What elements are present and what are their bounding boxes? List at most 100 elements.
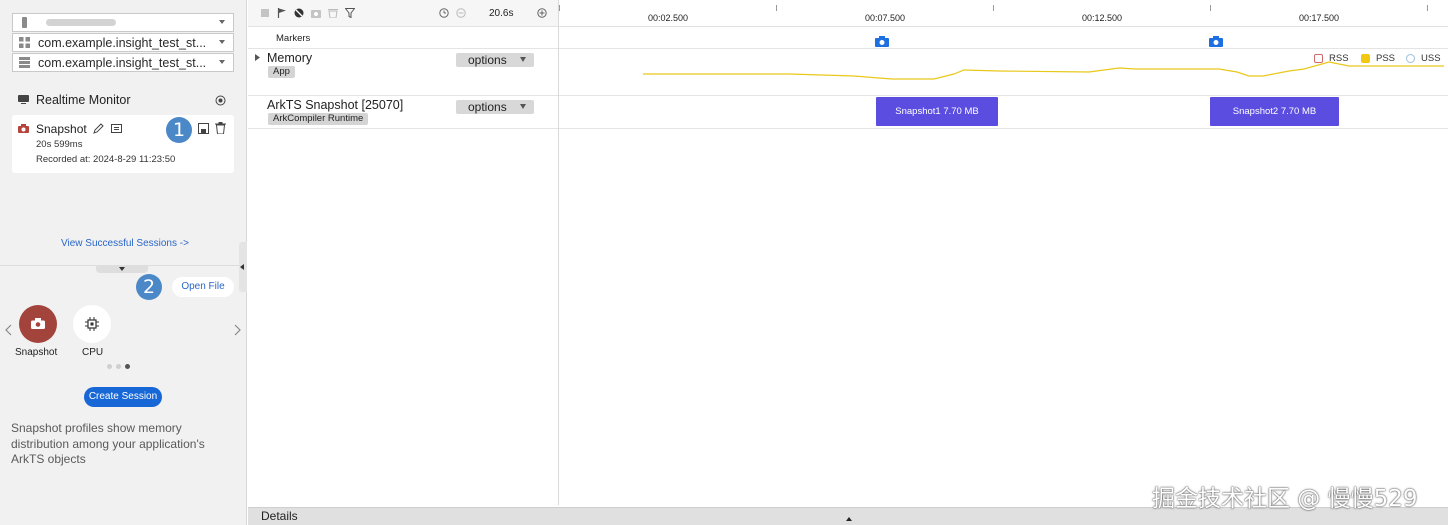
ruler-label: 00:12.500 xyxy=(1081,13,1123,23)
splitter-handle[interactable] xyxy=(96,265,148,273)
memory-row-tag: App xyxy=(268,66,295,78)
process-stack-icon xyxy=(19,57,30,68)
realtime-monitor-title: Realtime Monitor xyxy=(36,93,131,107)
flag-icon[interactable] xyxy=(277,8,287,18)
ruler-tick xyxy=(776,5,777,11)
caret-down-icon xyxy=(520,57,526,62)
chevron-right-icon[interactable] xyxy=(234,324,241,336)
memory-row-label: Memory xyxy=(267,51,313,65)
watermark-text: 掘金技术社区 @ 慢慢529 xyxy=(1152,486,1418,512)
left-panel: com.example.insight_test_st... com.examp… xyxy=(0,0,247,525)
memory-options-dropdown[interactable]: options xyxy=(456,53,534,67)
ruler-tick xyxy=(993,5,994,11)
pager-dot[interactable] xyxy=(107,364,112,369)
session-recorded-time: Recorded at: 2024-8-29 11:23:50 xyxy=(36,154,176,165)
device-name-redacted xyxy=(46,19,116,26)
zoom-out-icon[interactable] xyxy=(456,8,466,18)
expand-caret-icon[interactable] xyxy=(255,54,260,61)
timeline-toolbar: 20.6s xyxy=(248,0,558,27)
snapshot-block[interactable]: Snapshot2 7.70 MB xyxy=(1210,97,1339,126)
ruler-label: 00:07.500 xyxy=(864,13,906,23)
row-divider xyxy=(248,95,1448,96)
legend-swatch xyxy=(1314,54,1323,63)
timer-icon[interactable] xyxy=(439,8,449,18)
pager-dot-active[interactable] xyxy=(125,364,130,369)
pss-memory-line xyxy=(643,61,1444,80)
markers-label: Markers xyxy=(276,33,311,44)
session-name: Snapshot xyxy=(36,122,87,136)
snapshot-options-dropdown[interactable]: options xyxy=(456,100,534,114)
legend-rss[interactable]: RSS xyxy=(1314,53,1349,64)
legend-swatch xyxy=(1361,54,1370,63)
ruler-tick xyxy=(1210,5,1211,11)
chevron-left-icon[interactable] xyxy=(5,324,12,336)
view-successful-sessions-link[interactable]: View Successful Sessions -> xyxy=(61,238,189,249)
ruler-tick xyxy=(1427,5,1428,11)
camera-capture-icon[interactable] xyxy=(311,8,321,18)
app-select[interactable]: com.example.insight_test_st... xyxy=(12,33,234,52)
legend-pss[interactable]: PSS xyxy=(1361,53,1395,64)
phone-icon xyxy=(22,17,27,28)
app-name: com.example.insight_test_st... xyxy=(38,35,206,50)
session-type-label: CPU xyxy=(82,347,104,358)
export-icon[interactable] xyxy=(111,123,122,134)
legend-label: USS xyxy=(1421,53,1441,64)
time-ruler[interactable]: 00:02.500 00:07.500 00:12.500 00:17.500 xyxy=(559,0,1448,27)
cpu-chip-icon xyxy=(85,317,99,331)
caret-down-icon xyxy=(119,267,125,271)
caret-down-icon xyxy=(520,104,526,109)
save-icon[interactable] xyxy=(198,123,209,134)
camera-icon xyxy=(18,124,29,133)
session-type-label: Snapshot xyxy=(15,347,58,358)
open-file-button[interactable]: Open File xyxy=(172,277,234,297)
options-label: options xyxy=(468,53,507,67)
block-icon[interactable] xyxy=(294,8,304,18)
ruler-tick xyxy=(559,5,560,11)
pager-dot[interactable] xyxy=(116,364,121,369)
monitor-icon xyxy=(18,95,29,104)
details-label: Details xyxy=(261,509,298,523)
caret-left-icon xyxy=(240,264,244,270)
chevron-down-icon xyxy=(219,60,225,64)
session-type-snapshot[interactable] xyxy=(19,305,57,343)
chevron-down-icon xyxy=(219,20,225,24)
snapshot-marker-icon[interactable] xyxy=(875,36,889,47)
timeline-panel: 20.6s 00:02.500 00:07.500 00:12.500 00:1… xyxy=(248,0,1448,525)
app-grid-icon xyxy=(19,37,30,48)
device-select[interactable] xyxy=(12,13,234,32)
callout-badge-2: 2 xyxy=(136,274,162,300)
ruler-label: 00:17.500 xyxy=(1298,13,1340,23)
session-duration: 20s 599ms xyxy=(36,139,83,150)
ruler-label: 00:02.500 xyxy=(647,13,689,23)
options-label: options xyxy=(468,100,507,114)
callout-badge-1: 1 xyxy=(166,117,192,143)
snapshot-row-label: ArkTS Snapshot [25070] xyxy=(267,98,404,112)
stop-icon[interactable] xyxy=(260,8,270,18)
snapshot-marker-icon[interactable] xyxy=(1209,36,1223,47)
process-select[interactable]: com.example.insight_test_st... xyxy=(12,53,234,72)
snapshot-block[interactable]: Snapshot1 7.70 MB xyxy=(876,97,998,126)
row-divider xyxy=(248,128,1448,129)
chevron-down-icon xyxy=(219,40,225,44)
label-column-divider[interactable] xyxy=(558,0,559,505)
filter-icon[interactable] xyxy=(345,8,355,18)
caret-up-icon[interactable] xyxy=(846,517,852,521)
snapshot-row-tag: ArkCompiler Runtime xyxy=(268,113,369,125)
session-type-description: Snapshot profiles show memory distributi… xyxy=(11,421,205,466)
session-type-cpu[interactable] xyxy=(73,305,111,343)
zoom-in-icon[interactable] xyxy=(537,8,547,18)
legend-uss[interactable]: USS xyxy=(1406,53,1441,64)
process-name: com.example.insight_test_st... xyxy=(38,55,206,70)
session-card[interactable]: Snapshot 1 20s 599ms Recorded at: 2024-8… xyxy=(12,115,234,173)
gc-trash-icon[interactable] xyxy=(328,8,338,18)
legend-label: PSS xyxy=(1376,53,1396,64)
zoom-duration: 20.6s xyxy=(489,8,514,19)
edit-pencil-icon[interactable] xyxy=(93,123,104,134)
legend-swatch xyxy=(1406,54,1415,63)
legend-label: RSS xyxy=(1329,53,1349,64)
camera-icon xyxy=(31,318,45,329)
record-target-icon[interactable] xyxy=(215,95,226,106)
delete-trash-icon[interactable] xyxy=(215,122,226,134)
collapse-panel-handle[interactable] xyxy=(239,242,247,292)
create-session-button[interactable]: Create Session xyxy=(84,387,162,407)
